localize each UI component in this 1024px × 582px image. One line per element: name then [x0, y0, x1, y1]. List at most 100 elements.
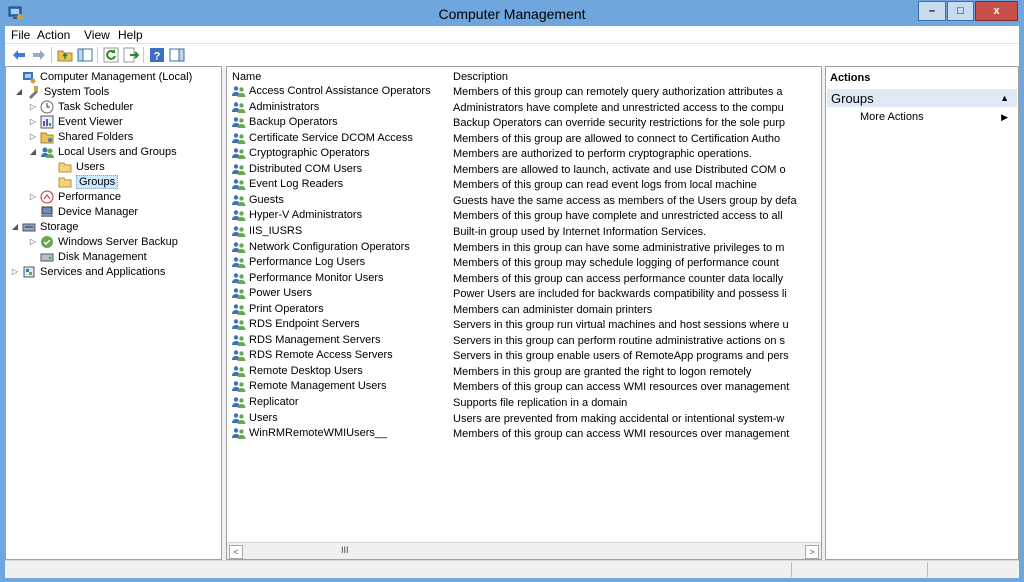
list-row[interactable]: Users Users are prevented from making acc…	[227, 412, 821, 428]
list-row[interactable]: Power Users Power Users are included for …	[227, 287, 821, 303]
group-name-text: Remote Management Users	[249, 380, 387, 393]
forward-icon[interactable]	[31, 47, 47, 63]
list-row[interactable]: Administrators Administrators have comple…	[227, 101, 821, 117]
tree-item-windows-server-backup[interactable]: ▷ Windows Server Backup	[28, 234, 178, 249]
group-icon	[232, 86, 246, 97]
group-name-text: IIS_IUSRS	[249, 224, 303, 237]
minimize-button[interactable]: –	[918, 1, 946, 21]
menu-view[interactable]: View	[84, 28, 110, 42]
tree-item-disk-management[interactable]: Disk Management	[28, 249, 147, 264]
collapse-icon[interactable]: ◢	[14, 87, 24, 96]
list-row[interactable]: Cryptographic Operators Members are autho…	[227, 147, 821, 163]
list-row[interactable]: Remote Desktop Users Members in this grou…	[227, 365, 821, 381]
list-row[interactable]: Hyper-V Administrators Members of this gr…	[227, 209, 821, 225]
list-row[interactable]: Guests Guests have the same access as mem…	[227, 194, 821, 210]
refresh-icon[interactable]	[103, 47, 119, 63]
tree-item-label: Windows Server Backup	[58, 235, 178, 248]
column-header-description[interactable]: Description	[453, 71, 508, 83]
expand-icon[interactable]: ▷	[10, 267, 20, 276]
group-description: Members are allowed to launch, activate …	[453, 163, 786, 176]
horizontal-scrollbar[interactable]: < III >	[227, 542, 821, 559]
tree-item-label: Users	[76, 160, 105, 173]
group-name-text: RDS Remote Access Servers	[249, 349, 393, 362]
tree-item-label: Event Viewer	[58, 115, 123, 128]
export-list-icon[interactable]	[123, 47, 139, 63]
up-folder-icon[interactable]	[57, 47, 73, 63]
groups-list-view: Name Description Access Control Assistan…	[226, 66, 822, 560]
maximize-icon: □	[957, 5, 964, 17]
tree-item-system-tools[interactable]: ◢ System Tools	[14, 84, 109, 99]
group-name-text: Replicator	[249, 396, 299, 408]
scroll-left-button[interactable]: <	[229, 545, 243, 559]
tree-item-computer-management-local[interactable]: Computer Management (Local)	[10, 69, 192, 84]
more-actions-item[interactable]: More Actions	[860, 111, 924, 123]
group-icon	[232, 257, 246, 269]
submenu-arrow-icon[interactable]: ▶	[1001, 112, 1008, 123]
list-row[interactable]: IIS_IUSRS Built-in group used by Internet…	[227, 225, 821, 241]
list-row[interactable]: Remote Management Users Members of this g…	[227, 380, 821, 396]
list-row[interactable]: RDS Endpoint Servers Servers in this grou…	[227, 318, 821, 334]
actions-group-header[interactable]: Groups ▲	[827, 89, 1017, 107]
list-row[interactable]: Certificate Service DCOM Access Members o…	[227, 132, 821, 148]
group-description: Built-in group used by Internet Informat…	[453, 225, 707, 238]
expand-icon[interactable]: ▷	[28, 117, 38, 126]
collapse-icon[interactable]: ◢	[10, 222, 20, 231]
tree-item-groups[interactable]: Groups	[46, 174, 119, 189]
show-hide-action-pane-icon[interactable]	[169, 47, 185, 63]
group-name-text: Distributed COM Users	[249, 162, 363, 175]
tree-item-users[interactable]: Users	[46, 159, 105, 174]
collapse-up-icon[interactable]: ▲	[1000, 93, 1009, 103]
group-name-text: Power Users	[249, 287, 312, 300]
list-row[interactable]: Network Configuration Operators Members i…	[227, 241, 821, 257]
group-name: RDS Endpoint Servers	[232, 318, 452, 331]
tree-item-local-users-and-groups[interactable]: ◢ Local Users and Groups	[28, 144, 177, 159]
list-row[interactable]: RDS Remote Access Servers Servers in this…	[227, 349, 821, 365]
tree-item-storage[interactable]: ◢ Storage	[10, 219, 79, 234]
menu-action[interactable]: Action	[37, 28, 70, 42]
tree-item-shared-folders[interactable]: ▷ Shared Folders	[28, 129, 133, 144]
group-name: Power Users	[232, 287, 452, 300]
scroll-thumb-grip[interactable]: III	[341, 545, 349, 555]
menu-file[interactable]: File	[11, 28, 30, 42]
list-row[interactable]: Performance Log Users Members of this gro…	[227, 256, 821, 272]
actions-pane: Actions Groups ▲ More Actions ▶	[825, 66, 1019, 560]
menu-bar: File Action View Help	[5, 26, 1019, 43]
maximize-button[interactable]: □	[947, 1, 974, 21]
list-row[interactable]: Access Control Assistance Operators Membe…	[227, 85, 821, 101]
group-description: Members of this group can remotely query…	[453, 86, 783, 98]
group-icon	[232, 303, 246, 315]
show-hide-tree-icon[interactable]	[77, 47, 93, 63]
list-header: Name Description	[227, 69, 821, 85]
expand-icon[interactable]: ▷	[28, 132, 38, 141]
list-row[interactable]: Event Log Readers Members of this group c…	[227, 178, 821, 194]
tree-item-performance[interactable]: ▷ Performance	[28, 189, 121, 204]
group-name: Distributed COM Users	[232, 163, 452, 175]
collapse-icon[interactable]: ◢	[28, 147, 38, 156]
title-bar[interactable]: Computer Management – □ x	[0, 0, 1024, 26]
window-title: Computer Management	[438, 6, 586, 22]
back-icon[interactable]	[11, 47, 27, 63]
tree-item-services-and-applications[interactable]: ▷ Services and Applications	[10, 264, 165, 279]
close-button[interactable]: x	[975, 1, 1018, 21]
list-row[interactable]: Distributed COM Users Members are allowed…	[227, 163, 821, 179]
column-header-name[interactable]: Name	[232, 71, 261, 83]
expand-icon[interactable]: ▷	[28, 102, 38, 111]
tree-item-device-manager[interactable]: Device Manager	[28, 204, 138, 219]
list-row[interactable]: WinRMRemoteWMIUsers__ Members of this gro…	[227, 427, 821, 443]
list-row[interactable]: Replicator Supports file replication in a…	[227, 396, 821, 412]
group-description: Members in this group are granted the ri…	[453, 365, 752, 378]
list-row[interactable]: Print Operators Members can administer do…	[227, 303, 821, 319]
expand-icon[interactable]: ▷	[28, 237, 38, 246]
scroll-right-button[interactable]: >	[805, 545, 819, 559]
help-icon[interactable]: ?	[149, 47, 165, 63]
list-row[interactable]: RDS Management Servers Servers in this gr…	[227, 334, 821, 350]
list-row[interactable]: Backup Operators Backup Operators can ove…	[227, 116, 821, 132]
group-description: Servers in this group run virtual machin…	[453, 319, 789, 332]
expand-icon[interactable]: ▷	[28, 192, 38, 201]
group-name-text: Administrators	[249, 100, 320, 113]
menu-help[interactable]: Help	[118, 28, 143, 42]
tree-item-event-viewer[interactable]: ▷ Event Viewer	[28, 114, 123, 129]
list-row[interactable]: Performance Monitor Users Members of this…	[227, 272, 821, 288]
tree-item-label: Disk Management	[58, 250, 147, 263]
tree-item-task-scheduler[interactable]: ▷ Task Scheduler	[28, 99, 133, 114]
